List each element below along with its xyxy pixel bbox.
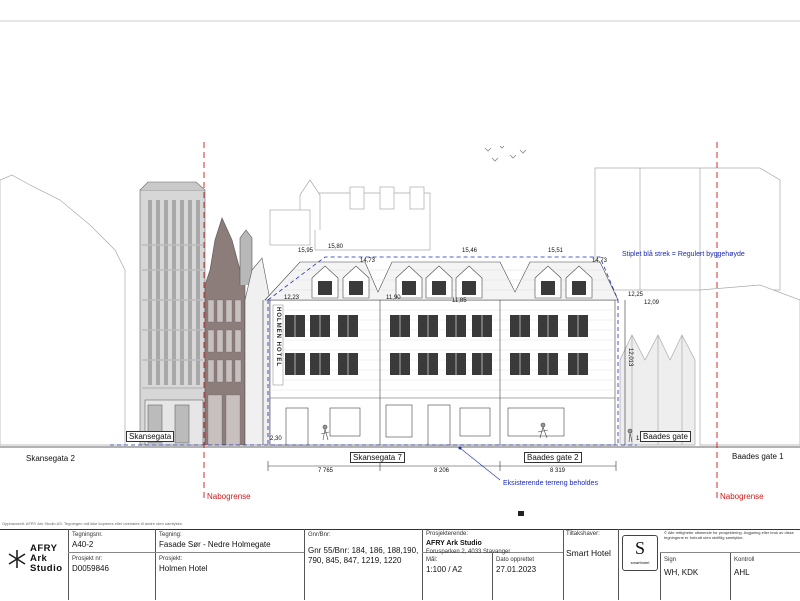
dim-left-base: 2,30 <box>270 436 282 442</box>
birds <box>484 145 527 162</box>
boundary-label-right: Nabogrense <box>720 492 764 501</box>
project-name: Holmen Hotel <box>159 564 208 573</box>
dim-left-top2: 15,80 <box>328 244 344 250</box>
sign-label: Sign <box>664 557 677 563</box>
designer-name: AFRY Ark Studio <box>426 540 482 547</box>
afry-logo: AFRY Ark Studio <box>6 544 66 576</box>
dim-small-mid: 11,90 <box>386 295 401 301</box>
afry-logo-text: AFRY Ark Studio <box>30 543 63 574</box>
height-note: Stiplet blå strek = Regulert byggehøyde <box>622 251 745 258</box>
project-no-label: Prosjekt nr: <box>72 556 103 562</box>
dim-mid-eave: 11,85 <box>452 298 467 304</box>
sheet-mark <box>518 511 524 516</box>
tower-building <box>139 181 206 446</box>
dim-right-eave2: 12,09 <box>644 300 660 306</box>
terrain-note: Eksisterende terreng beholdes <box>503 480 598 487</box>
control-value: AHL <box>734 568 750 577</box>
drawing-label: Tegning: <box>159 532 182 538</box>
dim-right-top: 15,51 <box>548 248 564 254</box>
project-no: D0059846 <box>72 564 109 573</box>
dim-bottom-2: 8 206 <box>434 468 450 474</box>
dim-left-eave: 12,23 <box>284 295 300 301</box>
dim-mid-top: 15,46 <box>462 248 478 254</box>
smarthotel-logo-text: smarthotel <box>630 560 650 565</box>
date-label: Dato opprettet <box>496 557 535 563</box>
gnr-value: Gnr 55/Bnr: 184, 186, 188,190, 790, 845,… <box>308 546 419 565</box>
dim-left-mid: 14,73 <box>360 258 376 264</box>
dim-right-height: 12,013 <box>627 348 633 367</box>
gnr-label: Gnr/Bnr: <box>308 532 331 538</box>
scale-value: 1:100 / A2 <box>426 565 463 574</box>
smarthotel-logo-letter: S <box>634 538 645 558</box>
dim-right-top2: 14,73 <box>592 258 608 264</box>
date-value: 27.01.2023 <box>496 565 537 574</box>
street-label-skansegata7: Skansegata 7 <box>350 452 405 463</box>
dim-bottom-1: 7 765 <box>318 468 334 474</box>
afry-logo-icon <box>8 550 26 568</box>
edge-label-skansegata2: Skansegata 2 <box>26 454 75 463</box>
drawing-sheet: HOLMEN HOTEL Stiplet blå strek = Reguler… <box>0 0 800 600</box>
drawing-no: A40-2 <box>72 540 94 549</box>
smarthotel-logo: S smarthotel <box>622 535 658 571</box>
dim-bottom-3: 8 319 <box>550 468 566 474</box>
drawing-title: Fasade Sør - Nedre Holmegate <box>159 540 271 549</box>
project-label: Prosjekt: <box>159 556 183 562</box>
boundary-label-left: Nabogrense <box>207 492 251 501</box>
edge-label-baadesgate1: Baades gate 1 <box>732 452 784 461</box>
street-label-baadesgate2: Baades gate 2 <box>524 452 582 463</box>
drawing-no-label: Tegningsnr. <box>72 532 103 538</box>
street-label-baades-gate: Baades gate <box>640 431 691 442</box>
control-label: Kontroll <box>734 557 755 563</box>
hotel-main-facade <box>264 261 619 446</box>
rights-note: © Alle rettigheter utførende for prosjek… <box>664 530 794 540</box>
hotel-sign: HOLMEN HOTEL <box>275 307 281 367</box>
sign-value: WH, KDK <box>664 568 699 577</box>
street-label-skansegata: Skansegata <box>126 431 175 442</box>
facade-drawing <box>0 20 800 500</box>
scale-label: Mål: <box>426 557 438 563</box>
dim-right-eave: 12,25 <box>628 292 644 298</box>
dim-left-top: 15,95 <box>298 248 314 254</box>
designer-label: Prosjekterende: <box>426 531 469 537</box>
copyright-fine-print: Opphavsrett: AFRY Ark Studio AS. Tegning… <box>2 521 183 526</box>
